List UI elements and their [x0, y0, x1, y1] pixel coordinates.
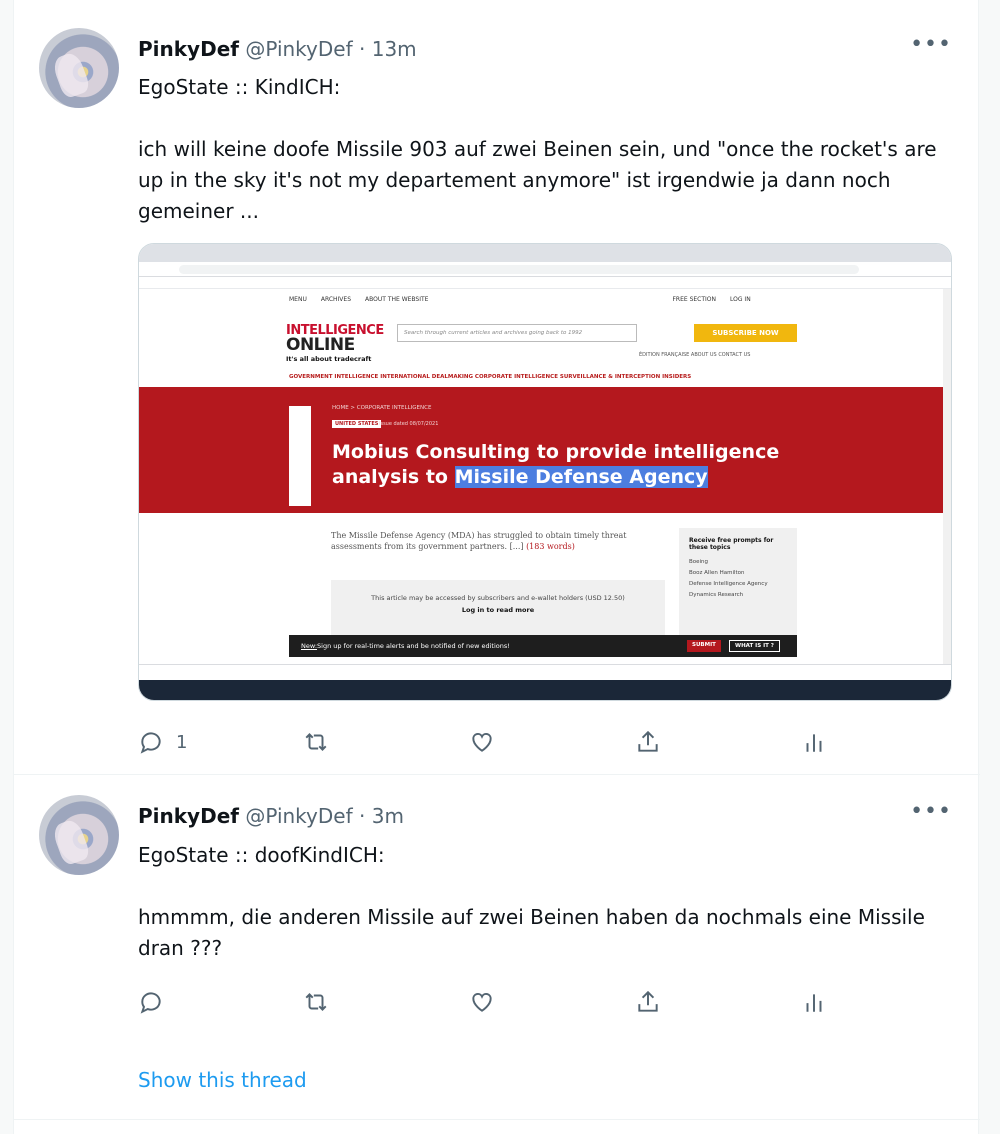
category-bar: GOVERNMENT INTELLIGENCE INTERNATIONAL DE… [289, 374, 692, 380]
tweet-actions: 1 [138, 724, 828, 760]
separator: · [359, 37, 366, 61]
article-headline: Mobius Consulting to provide intelligenc… [332, 441, 780, 488]
more-options-button[interactable]: ••• [910, 799, 952, 824]
highlighted-text: Missile Defense Agency [454, 466, 708, 488]
tweet-header: PinkyDef @PinkyDef · 13m [138, 35, 417, 63]
site-search-box: Search through current articles and arch… [397, 324, 637, 342]
display-name[interactable]: PinkyDef [138, 804, 239, 828]
browser-tab-bar [139, 244, 951, 262]
login-link: LOG IN [730, 295, 751, 303]
edition-links: ÉDITION FRANÇAISE ABOUT US CONTACT US [639, 352, 751, 358]
timeline: PinkyDef @PinkyDef · 13m ••• EgoState ::… [13, 0, 980, 1134]
heart-icon [472, 993, 492, 1012]
share-icon [638, 990, 658, 1012]
paywall-box: This article may be accessed by subscrib… [331, 580, 665, 642]
separator: · [359, 804, 366, 828]
country-tag: UNITED STATES [332, 420, 382, 428]
user-handle[interactable]: @PinkyDef [245, 804, 352, 828]
display-name[interactable]: PinkyDef [138, 37, 239, 61]
article-lead: The Missile Defense Agency (MDA) has str… [331, 531, 627, 551]
user-handle[interactable]: @PinkyDef [245, 37, 352, 61]
retweet-button[interactable] [303, 724, 329, 760]
avatar[interactable] [39, 28, 119, 108]
retweet-button[interactable] [303, 984, 329, 1020]
reply-icon [140, 992, 161, 1014]
article-breadcrumb: HOME > CORPORATE INTELLIGENCE [332, 405, 432, 411]
reply-button[interactable]: 1 [138, 724, 187, 760]
analytics-icon [806, 734, 822, 752]
timestamp[interactable]: 13m [372, 37, 417, 61]
tweet[interactable]: PinkyDef @PinkyDef · 3m ••• EgoState :: … [14, 775, 980, 1120]
avatar[interactable] [39, 795, 119, 875]
browser-address-bar [139, 262, 951, 277]
issue-date: Issue dated 08/07/2021 [379, 421, 439, 427]
subscribe-banner: SUBSCRIBE NOW [694, 324, 797, 342]
page-scrollbar [943, 289, 951, 664]
tweet[interactable]: PinkyDef @PinkyDef · 13m ••• EgoState ::… [14, 8, 980, 775]
analytics-button[interactable] [801, 724, 827, 760]
browser-bookmarks-bar [139, 277, 951, 289]
url-field [179, 265, 859, 274]
site-logo: INTELLIGENCE ONLINE It's all about trade… [286, 323, 384, 364]
free-section-link: FREE SECTION [672, 295, 717, 303]
tweet-actions [138, 984, 828, 1020]
timestamp[interactable]: 3m [372, 804, 404, 828]
tweet-image[interactable]: MENU ARCHIVES ABOUT THE WEBSITE FREE SEC… [138, 243, 952, 701]
alert-banner: New: Sign up for real-time alerts and be… [289, 635, 797, 657]
retweet-icon [305, 733, 327, 751]
share-button[interactable] [635, 724, 661, 760]
about-link: ABOUT THE WEBSITE [365, 295, 429, 303]
topic-prompts: Receive free prompts for these topics Bo… [679, 528, 797, 642]
reply-button[interactable] [138, 984, 164, 1020]
archives-link: ARCHIVES [320, 295, 352, 303]
analytics-icon [806, 994, 822, 1012]
heart-icon [472, 733, 492, 752]
share-button[interactable] [635, 984, 661, 1020]
reply-count: 1 [176, 731, 188, 753]
more-options-button[interactable]: ••• [910, 32, 952, 57]
retweet-icon [305, 993, 327, 1011]
tweet-text: EgoState :: KindICH: ich will keine doof… [138, 75, 937, 223]
os-taskbar [139, 680, 951, 700]
browser-download-bar [139, 664, 951, 680]
like-button[interactable] [469, 724, 495, 760]
menu-link: MENU [289, 295, 307, 303]
share-icon [638, 730, 658, 752]
site-nav: MENU ARCHIVES ABOUT THE WEBSITE FREE SEC… [289, 291, 751, 307]
show-thread-link[interactable]: Show this thread [138, 1068, 307, 1092]
tweet-header: PinkyDef @PinkyDef · 3m [138, 802, 404, 830]
like-button[interactable] [469, 984, 495, 1020]
reply-icon [140, 732, 161, 754]
share-sidebar [289, 406, 311, 506]
analytics-button[interactable] [801, 984, 827, 1020]
tweet-text: EgoState :: doofKindICH: hmmmm, die ande… [138, 843, 925, 960]
